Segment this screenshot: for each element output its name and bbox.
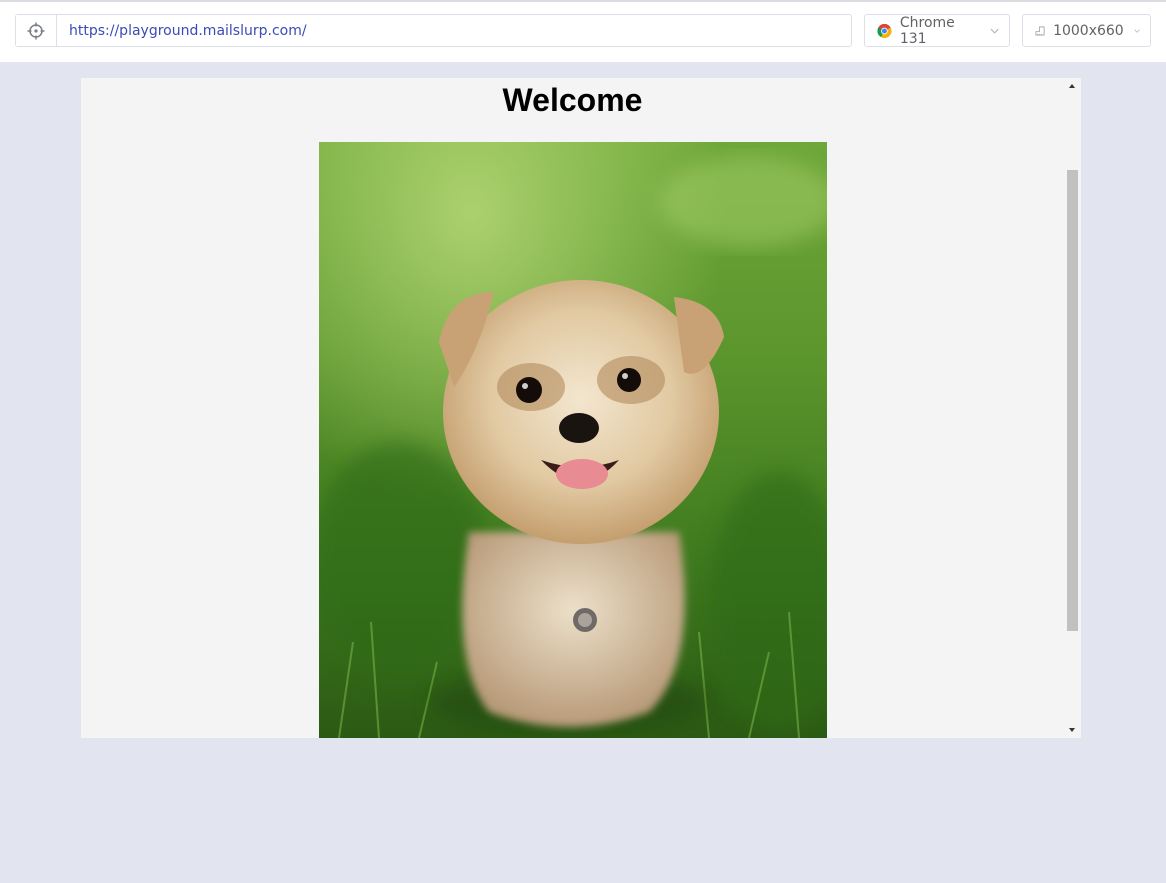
browser-select[interactable]: Chrome 131 [864,14,1010,47]
scroll-up-arrow-icon[interactable] [1069,84,1075,88]
chevron-down-icon [1134,28,1140,33]
browser-select-label: Chrome 131 [899,14,955,47]
scrollbar-thumb[interactable] [1067,170,1078,631]
dog-photo-illustration [319,142,827,738]
element-picker-button[interactable] [16,15,57,46]
viewport-size-label: 1000x660 [1053,22,1124,39]
chrome-icon [877,23,892,38]
page-title: Welcome [502,82,643,118]
viewport-size-select[interactable]: 1000x660 [1022,14,1151,47]
url-bar: https://playground.mailslurp.com/ [15,14,852,47]
scroll-down-arrow-icon[interactable] [1069,728,1075,732]
ruler-icon [1035,26,1045,35]
chevron-down-icon [990,28,999,34]
crosshair-icon [27,22,45,39]
devtools-toolbar: https://playground.mailslurp.com/ Chrome… [0,0,1166,62]
vertical-scrollbar[interactable] [1064,78,1081,738]
dog-photo [319,142,827,738]
page-viewport: Welcome [81,78,1081,738]
url-input[interactable]: https://playground.mailslurp.com/ [57,23,307,39]
